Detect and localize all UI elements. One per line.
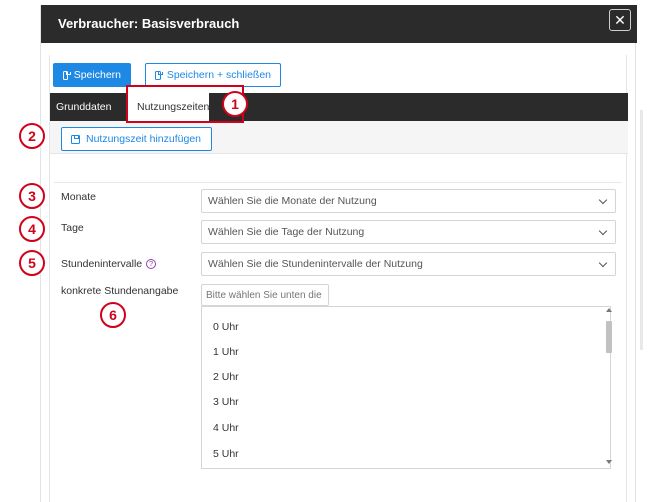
list-item[interactable]: 4 Uhr bbox=[213, 422, 239, 434]
list-item[interactable]: 0 Uhr bbox=[213, 321, 239, 333]
hour-intervals-label: Stundenintervalle? bbox=[61, 258, 157, 270]
tab-grunddaten[interactable]: Grunddaten bbox=[50, 93, 124, 121]
page-scrollbar[interactable] bbox=[640, 110, 643, 350]
months-placeholder: Wählen Sie die Monate der Nutzung bbox=[208, 195, 377, 207]
annotation-marker-2: 2 bbox=[19, 123, 45, 149]
chevron-down-icon bbox=[598, 226, 608, 236]
scroll-down-arrow-icon[interactable] bbox=[606, 460, 612, 464]
months-select[interactable]: Wählen Sie die Monate der Nutzung bbox=[201, 189, 616, 213]
annotation-marker-5: 5 bbox=[19, 250, 45, 276]
floppy-disk-icon bbox=[63, 70, 71, 80]
list-item[interactable]: 1 Uhr bbox=[213, 346, 239, 358]
specific-hours-label: konkrete Stundenangabe bbox=[61, 285, 179, 297]
scrollbar-thumb[interactable] bbox=[606, 321, 612, 353]
help-icon[interactable]: ? bbox=[146, 259, 157, 270]
listbox-scrollbar[interactable] bbox=[605, 307, 613, 465]
modal-header: Verbraucher: Basisverbrauch ✕ bbox=[41, 5, 637, 43]
save-and-close-button[interactable]: Speichern + schließen bbox=[145, 63, 281, 87]
modal-title: Verbraucher: Basisverbrauch bbox=[58, 16, 240, 31]
annotation-marker-4: 4 bbox=[19, 216, 45, 242]
specific-hours-search-input[interactable] bbox=[201, 284, 329, 306]
days-placeholder: Wählen Sie die Tage der Nutzung bbox=[208, 226, 365, 238]
specific-hours-listbox[interactable]: 0 Uhr 1 Uhr 2 Uhr 3 Uhr 4 Uhr 5 Uhr bbox=[201, 306, 611, 469]
chevron-down-icon bbox=[598, 258, 608, 268]
hour-intervals-placeholder: Wählen Sie die Stundenintervalle der Nut… bbox=[208, 258, 423, 270]
close-icon: ✕ bbox=[614, 11, 626, 28]
hour-intervals-select[interactable]: Wählen Sie die Stundenintervalle der Nut… bbox=[201, 252, 616, 276]
tab-label: Nutzungszeiten bbox=[137, 101, 210, 113]
save-button[interactable]: Speichern bbox=[53, 63, 131, 87]
days-label: Tage bbox=[61, 222, 84, 234]
tab-nutzungszeiten[interactable]: Nutzungszeiten bbox=[126, 93, 209, 121]
tab-label: Grunddaten bbox=[56, 101, 112, 113]
add-usage-time-label: Nutzungszeit hinzufügen bbox=[86, 133, 201, 145]
list-item[interactable]: 3 Uhr bbox=[213, 396, 239, 408]
months-label: Monate bbox=[61, 191, 97, 203]
days-select[interactable]: Wählen Sie die Tage der Nutzung bbox=[201, 220, 616, 244]
add-usage-time-button[interactable]: Nutzungszeit hinzufügen bbox=[61, 127, 212, 151]
annotation-marker-1: 1 bbox=[222, 91, 248, 117]
floppy-disk-icon bbox=[71, 134, 80, 144]
scroll-up-arrow-icon[interactable] bbox=[606, 308, 612, 312]
save-and-close-label: Speichern + schließen bbox=[166, 69, 271, 81]
list-item[interactable]: 2 Uhr bbox=[213, 371, 239, 383]
save-button-label: Speichern bbox=[73, 69, 121, 81]
annotation-marker-3: 3 bbox=[19, 183, 45, 209]
floppy-disk-icon bbox=[155, 70, 163, 80]
close-button[interactable]: ✕ bbox=[609, 9, 631, 31]
hour-intervals-label-text: Stundenintervalle bbox=[61, 258, 143, 270]
list-item[interactable]: 5 Uhr bbox=[213, 448, 239, 460]
chevron-down-icon bbox=[598, 195, 608, 205]
annotation-marker-6: 6 bbox=[100, 302, 126, 328]
tab-bar: Grunddaten Nutzungszeiten bbox=[50, 93, 628, 121]
